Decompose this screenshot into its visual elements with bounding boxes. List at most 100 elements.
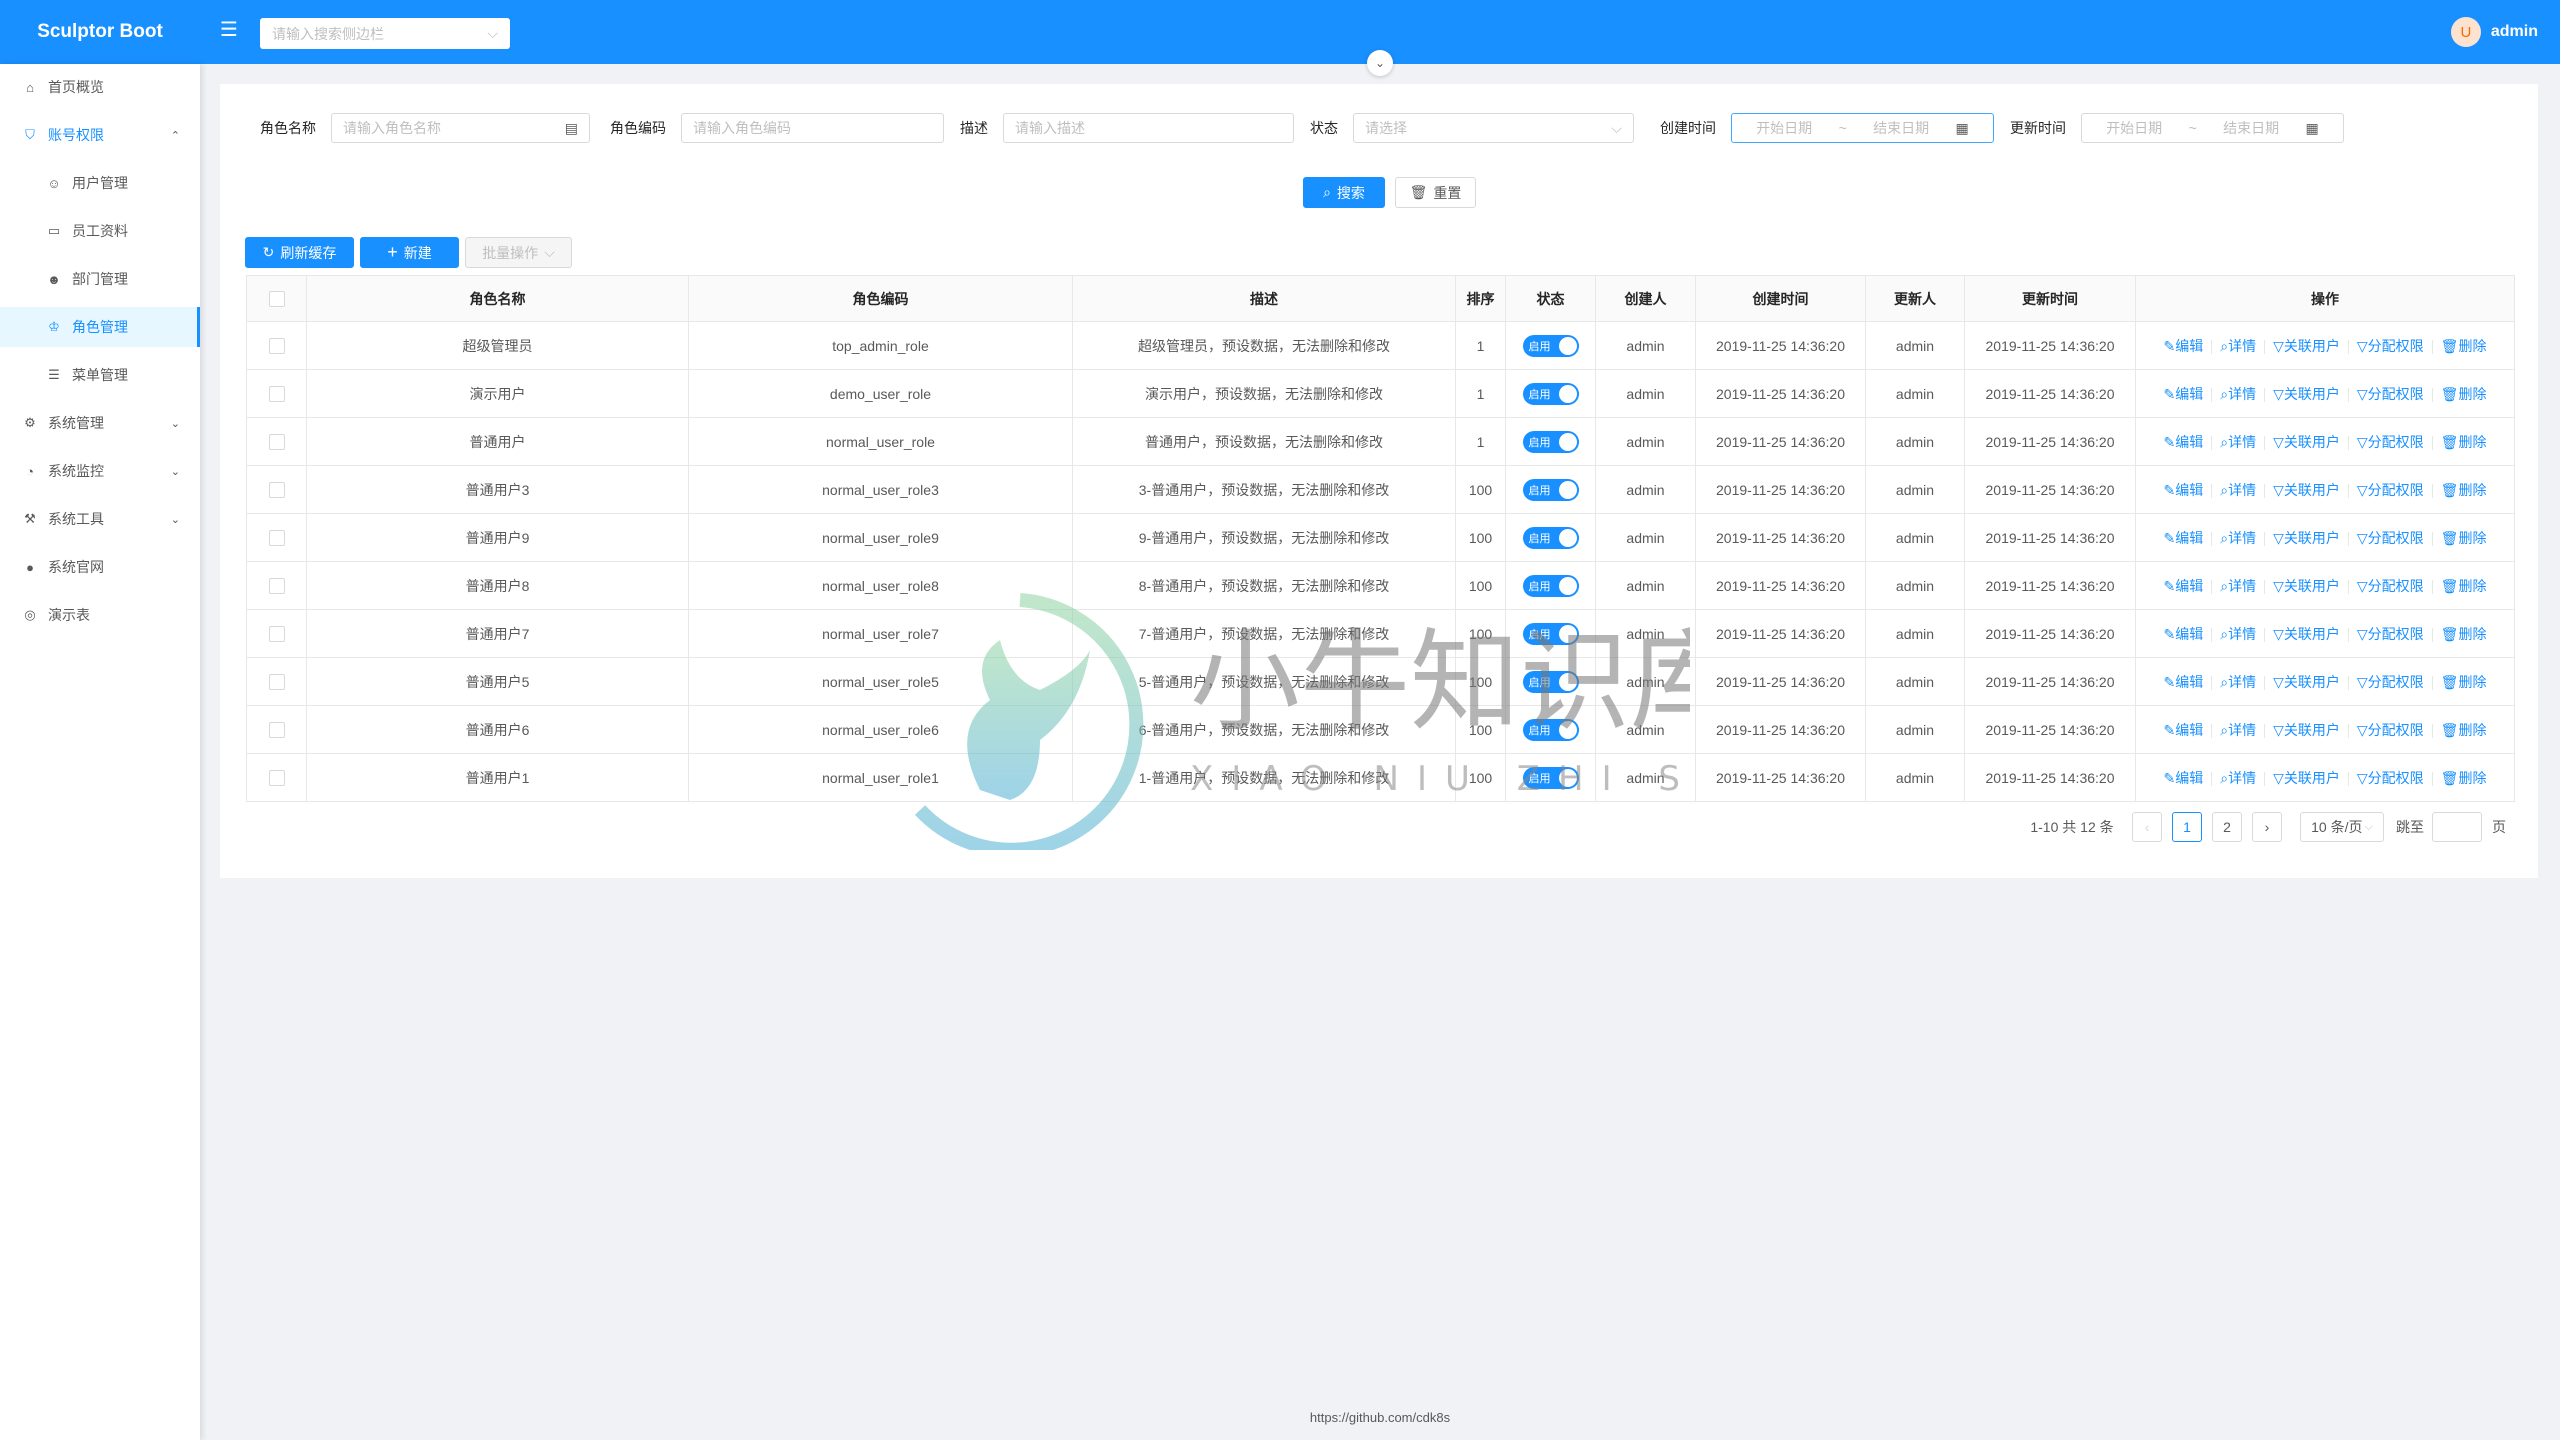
row-checkbox[interactable] (268, 482, 285, 499)
action-link[interactable]: 🗑删除 (2441, 626, 2487, 642)
page-size-select[interactable]: 10 条/页 ⌵ (2300, 812, 2384, 842)
status-toggle[interactable]: 启用 (1522, 766, 1579, 789)
end-date[interactable]: 结束日期 (1873, 118, 1929, 138)
end-date[interactable]: 结束日期 (2223, 118, 2279, 138)
search-button[interactable]: ⌕ 搜索 (1303, 177, 1385, 208)
start-date[interactable]: 开始日期 (1756, 118, 1812, 138)
next-page-button[interactable]: › (2252, 812, 2282, 842)
action-link[interactable]: ✎编辑 (2164, 482, 2204, 498)
reset-button[interactable]: 🗑 重置 (1395, 177, 1476, 208)
row-checkbox[interactable] (268, 338, 285, 355)
action-link[interactable]: ▽分配权限 (2357, 578, 2424, 594)
action-link[interactable]: ▽关联用户 (2273, 530, 2340, 546)
action-link[interactable]: ✎编辑 (2164, 626, 2204, 642)
sidebar-item[interactable]: ◔ 系统监控 ⌄ (0, 451, 200, 491)
action-link[interactable]: ⌕详情 (2220, 482, 2256, 498)
action-link[interactable]: ▽关联用户 (2273, 722, 2340, 738)
action-link[interactable]: ▽关联用户 (2273, 770, 2340, 786)
action-link[interactable]: ▽分配权限 (2357, 626, 2424, 642)
sidebar-item[interactable]: ● 系统官网 (0, 547, 200, 587)
row-checkbox[interactable] (268, 626, 285, 643)
desc-input[interactable]: 请输入描述 (1003, 113, 1294, 143)
status-toggle[interactable]: 启用 (1522, 430, 1579, 453)
user-menu[interactable]: Uadmin (2450, 17, 2538, 47)
status-toggle[interactable]: 启用 (1522, 622, 1579, 645)
status-toggle[interactable]: 启用 (1522, 526, 1579, 549)
sidebar-item[interactable]: ☰ 菜单管理 (0, 355, 200, 395)
sidebar-search-select[interactable]: 请输入搜索侧边栏 ⌵ (260, 18, 510, 49)
action-link[interactable]: ⌕详情 (2220, 626, 2256, 642)
status-toggle[interactable]: 启用 (1522, 382, 1579, 405)
action-link[interactable]: ⌕详情 (2220, 338, 2256, 354)
action-link[interactable]: ▽关联用户 (2273, 674, 2340, 690)
action-link[interactable]: ✎编辑 (2164, 770, 2204, 786)
select-all-checkbox[interactable] (268, 291, 285, 308)
action-link[interactable]: ✎编辑 (2164, 722, 2204, 738)
status-toggle[interactable]: 启用 (1522, 718, 1579, 741)
action-link[interactable]: ▽关联用户 (2273, 338, 2340, 354)
action-link[interactable]: 🗑删除 (2441, 674, 2487, 690)
action-link[interactable]: ✎编辑 (2164, 530, 2204, 546)
role-name-input[interactable]: 请输入角色名称 ▤ (331, 113, 590, 143)
app-logo[interactable]: Sculptor Boot (0, 0, 200, 64)
sidebar-item[interactable]: ⚒ 系统工具 ⌄ (0, 499, 200, 539)
action-link[interactable]: ▽分配权限 (2357, 434, 2424, 450)
status-toggle[interactable]: 启用 (1522, 670, 1579, 693)
action-link[interactable]: ▽分配权限 (2357, 674, 2424, 690)
action-link[interactable]: ▽关联用户 (2273, 578, 2340, 594)
action-link[interactable]: ⌕详情 (2220, 770, 2256, 786)
action-link[interactable]: ▽关联用户 (2273, 386, 2340, 402)
action-link[interactable]: 🗑删除 (2441, 338, 2487, 354)
action-link[interactable]: ⌕详情 (2220, 530, 2256, 546)
prev-page-button[interactable]: ‹ (2132, 812, 2162, 842)
footer-link[interactable]: https://github.com/cdk8s (0, 1410, 2560, 1425)
batch-actions-button[interactable]: 批量操作 ⌵ (465, 237, 572, 268)
action-link[interactable]: ✎编辑 (2164, 434, 2204, 450)
action-link[interactable]: ✎编辑 (2164, 674, 2204, 690)
action-link[interactable]: 🗑删除 (2441, 530, 2487, 546)
row-checkbox[interactable] (268, 434, 285, 451)
status-toggle[interactable]: 启用 (1522, 478, 1579, 501)
page-1-button[interactable]: 1 (2172, 812, 2202, 842)
refresh-cache-button[interactable]: ↻ 刷新缓存 (245, 237, 354, 268)
update-time-range[interactable]: 开始日期 ~ 结束日期 ▦ (2081, 113, 2344, 143)
action-link[interactable]: ▽分配权限 (2357, 482, 2424, 498)
action-link[interactable]: 🗑删除 (2441, 578, 2487, 594)
action-link[interactable]: ▽关联用户 (2273, 626, 2340, 642)
row-checkbox[interactable] (268, 722, 285, 739)
row-checkbox[interactable] (268, 770, 285, 787)
row-checkbox[interactable] (268, 386, 285, 403)
start-date[interactable]: 开始日期 (2106, 118, 2162, 138)
action-link[interactable]: 🗑删除 (2441, 722, 2487, 738)
action-link[interactable]: ▽关联用户 (2273, 434, 2340, 450)
action-link[interactable]: ▽分配权限 (2357, 338, 2424, 354)
action-link[interactable]: ⌕详情 (2220, 386, 2256, 402)
action-link[interactable]: ✎编辑 (2164, 578, 2204, 594)
collapse-header-button[interactable]: ⌄ (1367, 50, 1393, 76)
action-link[interactable]: ▽分配权限 (2357, 530, 2424, 546)
sidebar-item[interactable]: ⌂ 首页概览 (0, 67, 200, 107)
sidebar-item[interactable]: ☻ 部门管理 (0, 259, 200, 299)
jump-page-input[interactable] (2432, 812, 2482, 842)
action-link[interactable]: ⌕详情 (2220, 434, 2256, 450)
sidebar-item[interactable]: ⚙ 系统管理 ⌄ (0, 403, 200, 443)
role-code-input[interactable]: 请输入角色编码 (681, 113, 944, 143)
action-link[interactable]: ▽分配权限 (2357, 770, 2424, 786)
menu-fold-icon[interactable]: ☰ (220, 20, 240, 40)
action-link[interactable]: ✎编辑 (2164, 386, 2204, 402)
action-link[interactable]: ⌕详情 (2220, 578, 2256, 594)
action-link[interactable]: 🗑删除 (2441, 434, 2487, 450)
sidebar-item[interactable]: ▭ 员工资料 (0, 211, 200, 251)
sidebar-item[interactable]: ☺ 用户管理 (0, 163, 200, 203)
sidebar-item[interactable]: ⛉ 账号权限 ⌃ (0, 115, 200, 155)
create-time-range[interactable]: 开始日期 ~ 结束日期 ▦ (1731, 113, 1994, 143)
create-button[interactable]: + 新建 (360, 237, 459, 268)
action-link[interactable]: 🗑删除 (2441, 770, 2487, 786)
row-checkbox[interactable] (268, 674, 285, 691)
action-link[interactable]: ▽关联用户 (2273, 482, 2340, 498)
row-checkbox[interactable] (268, 530, 285, 547)
action-link[interactable]: 🗑删除 (2441, 482, 2487, 498)
action-link[interactable]: ⌕详情 (2220, 722, 2256, 738)
sidebar-item[interactable]: ♔ 角色管理 (0, 307, 200, 347)
status-select[interactable]: 请选择 ⌵ (1353, 113, 1634, 143)
